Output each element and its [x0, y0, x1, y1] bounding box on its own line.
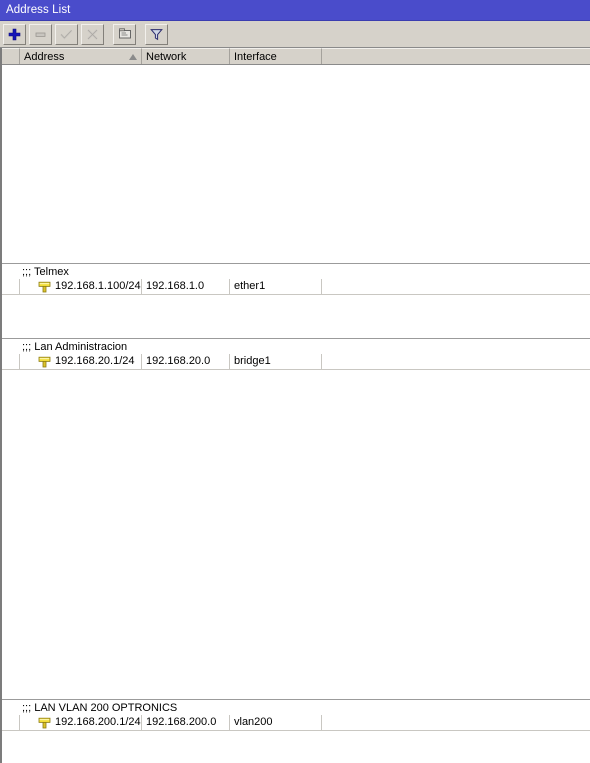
column-header-network-label: Network: [146, 50, 187, 63]
cross-icon: [86, 28, 99, 41]
column-header-network[interactable]: Network: [142, 48, 230, 64]
row-flag-cell: [2, 279, 20, 294]
sort-ascending-icon: [129, 54, 137, 60]
row-flag-cell: [2, 715, 20, 730]
interface-value: bridge1: [234, 355, 271, 367]
comment-row[interactable]: ;;; LAN VLAN 200 OPTRONICS: [2, 699, 590, 715]
funnel-icon: [150, 28, 163, 41]
column-header-address[interactable]: Address: [20, 48, 142, 64]
comment-icon: [118, 28, 132, 40]
cell-address: 192.168.200.1/24: [20, 715, 142, 730]
window-title: Address List: [6, 4, 71, 16]
empty-area-2: [2, 370, 590, 699]
check-icon: [60, 28, 73, 41]
cell-interface: ether1: [230, 279, 322, 294]
remove-button[interactable]: [29, 23, 52, 45]
window-titlebar: Address List: [0, 0, 590, 21]
plus-icon: [8, 28, 21, 41]
row-flag-cell: [2, 354, 20, 369]
comment-text: ;;; Lan Administracion: [22, 340, 128, 353]
column-header-flag[interactable]: [2, 48, 20, 64]
pin-icon: [38, 281, 51, 293]
network-value: 192.168.1.0: [146, 280, 205, 292]
interface-value: ether1: [234, 280, 266, 292]
table-row[interactable]: 192.168.200.1/24 192.168.200.0 vlan200: [2, 715, 590, 731]
comment-row[interactable]: ;;; Lan Administracion: [2, 338, 590, 354]
pin-icon: [38, 717, 51, 729]
address-list-window: Address List Address Network Interface ;…: [0, 0, 590, 763]
cell-interface: vlan200: [230, 715, 322, 730]
empty-area-top: [2, 65, 590, 263]
table-row[interactable]: 192.168.20.1/24 192.168.20.0 bridge1: [2, 354, 590, 370]
cell-spare: [322, 354, 590, 369]
minus-icon: [34, 28, 47, 41]
comment-text: ;;; Telmex: [22, 265, 69, 278]
address-table: ForoISP Address Network Interface ;;; Te…: [0, 48, 590, 763]
cell-network: 192.168.200.0: [142, 715, 230, 730]
address-value: 192.168.20.1/24: [55, 355, 135, 367]
filter-button[interactable]: [145, 23, 168, 45]
cell-interface: bridge1: [230, 354, 322, 369]
empty-area-bottom: [2, 731, 590, 761]
column-header-address-label: Address: [24, 50, 65, 63]
address-value: 192.168.200.1/24: [55, 716, 141, 728]
column-header-interface-label: Interface: [234, 50, 277, 63]
add-button[interactable]: [3, 23, 26, 45]
cell-address: 192.168.1.100/24: [20, 279, 142, 294]
cell-address: 192.168.20.1/24: [20, 354, 142, 369]
interface-value: vlan200: [234, 716, 273, 728]
address-value: 192.168.1.100/24: [55, 280, 141, 292]
table-row[interactable]: 192.168.1.100/24 192.168.1.0 ether1: [2, 279, 590, 295]
empty-area-1: [2, 295, 590, 338]
network-value: 192.168.20.0: [146, 355, 211, 367]
comment-button[interactable]: [113, 23, 136, 45]
enable-button[interactable]: [55, 23, 78, 45]
toolbar: [0, 21, 590, 48]
table-body: ;;; Telmex 192.168.1.100/24 192.168.1.0 …: [2, 65, 590, 761]
comment-row[interactable]: ;;; Telmex: [2, 263, 590, 279]
cell-spare: [322, 279, 590, 294]
network-value: 192.168.200.0: [146, 716, 217, 728]
column-header-interface[interactable]: Interface: [230, 48, 322, 64]
cell-network: 192.168.20.0: [142, 354, 230, 369]
disable-button[interactable]: [81, 23, 104, 45]
comment-text: ;;; LAN VLAN 200 OPTRONICS: [22, 701, 178, 714]
cell-spare: [322, 715, 590, 730]
table-header: Address Network Interface: [2, 48, 590, 65]
column-header-spare[interactable]: [322, 48, 590, 64]
cell-network: 192.168.1.0: [142, 279, 230, 294]
pin-icon: [38, 356, 51, 368]
